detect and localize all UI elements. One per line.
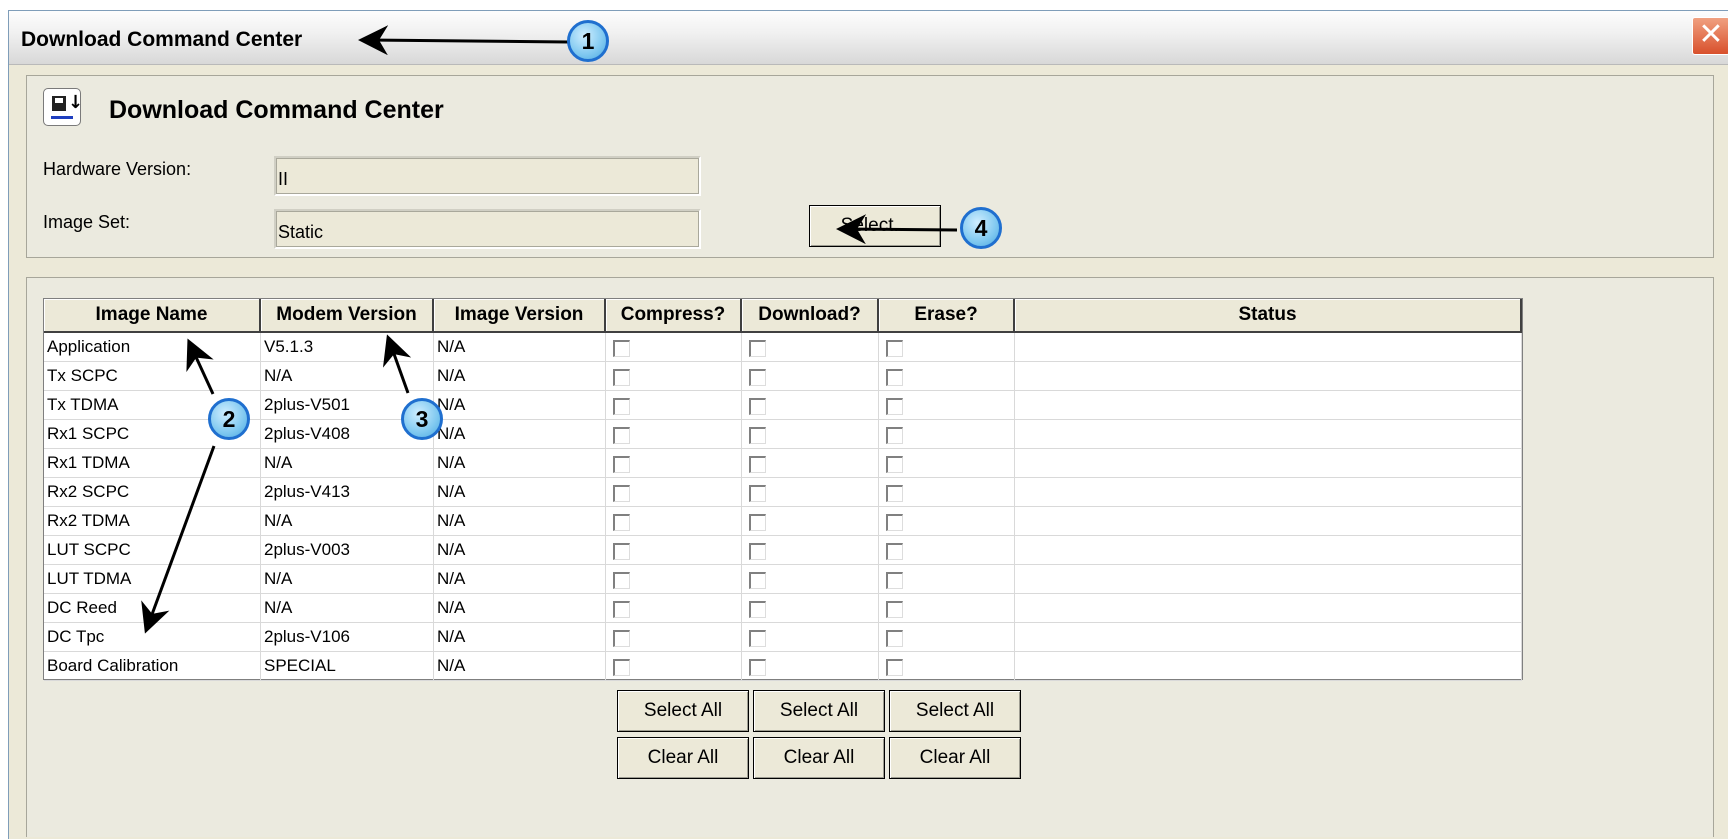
callout-2-badge: 2 <box>208 398 250 440</box>
callout-1-badge: 1 <box>567 20 609 62</box>
callout-2-arrow-down <box>141 445 216 634</box>
callout-3-badge: 3 <box>401 398 443 440</box>
callout-2-arrow-up <box>186 338 215 395</box>
callout-4-arrow <box>836 214 958 245</box>
callout-4-badge: 4 <box>960 207 1002 249</box>
callout-1-arrow <box>358 25 569 56</box>
annotation-arrows <box>141 25 958 634</box>
callout-3-arrow <box>382 334 412 394</box>
